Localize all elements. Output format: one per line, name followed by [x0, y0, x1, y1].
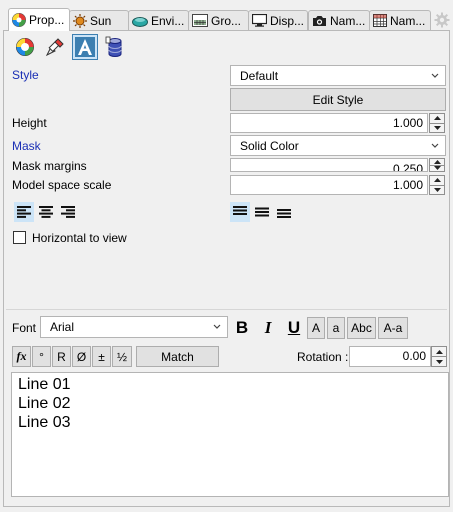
database-icon: [105, 36, 122, 57]
italic-button[interactable]: I: [258, 317, 278, 339]
tab-label: Nam...: [330, 13, 366, 28]
rotation-input[interactable]: 0.00: [349, 346, 431, 367]
spin-down-icon[interactable]: [430, 122, 444, 133]
align-right-button[interactable]: [58, 202, 78, 222]
camera-icon: [313, 15, 326, 26]
tab-label: Envi...: [151, 13, 185, 28]
mask-margins-label: Mask margins: [12, 159, 87, 173]
font-value: Arial: [50, 320, 75, 334]
model-space-scale-spinner[interactable]: [429, 175, 445, 195]
font-dropdown[interactable]: Arial: [40, 316, 228, 338]
spin-up-icon[interactable]: [430, 176, 444, 185]
toggle-case-button[interactable]: A-a: [378, 317, 408, 339]
material-button[interactable]: [42, 34, 68, 60]
height-spinner[interactable]: [429, 113, 445, 133]
tab-label: Sun: [90, 13, 112, 28]
chevron-down-icon: [431, 143, 439, 148]
spin-down-icon[interactable]: [432, 356, 446, 366]
capitalize-button[interactable]: Abc: [347, 317, 376, 339]
gear-icon[interactable]: [434, 12, 450, 28]
underline-button[interactable]: U: [284, 317, 304, 339]
insert-field-button[interactable]: fx: [12, 346, 31, 367]
grid-icon: [373, 14, 387, 27]
align-top-icon: [233, 206, 247, 215]
model-space-scale-label: Model space scale: [12, 178, 112, 192]
spin-up-icon[interactable]: [432, 347, 446, 356]
edit-style-button[interactable]: Edit Style: [230, 88, 446, 111]
attributes-button[interactable]: [102, 34, 128, 60]
tab-label: Nam...: [390, 13, 426, 28]
fraction-button[interactable]: ½: [112, 346, 132, 367]
align-right-icon: [61, 206, 75, 218]
align-middle-icon: [255, 207, 269, 217]
tab-label: Prop...: [29, 13, 65, 27]
text-size-small-button[interactable]: a: [327, 317, 345, 339]
color-wheel-icon: [12, 13, 26, 27]
model-space-scale-input[interactable]: 1.000: [230, 175, 428, 195]
tab-properties[interactable]: Prop...: [8, 8, 70, 31]
display-monitor-icon: [252, 14, 267, 27]
panel-tab-strip: Prop... Sun Envi... Gro... Disp... Nam..…: [0, 0, 453, 31]
mask-margins-spinner[interactable]: [429, 158, 445, 172]
tab-named-positions[interactable]: Nam...: [369, 10, 431, 30]
text-line: Line 01: [18, 376, 71, 393]
tab-label: Disp...: [270, 13, 305, 28]
align-bottom-button[interactable]: [274, 202, 294, 222]
height-input[interactable]: 1.000: [230, 113, 428, 133]
environment-icon: [132, 16, 148, 27]
style-label: Style: [12, 68, 39, 82]
mask-label: Mask: [12, 139, 41, 153]
style-dropdown[interactable]: Default: [230, 65, 446, 86]
spin-up-icon[interactable]: [430, 114, 444, 123]
style-value: Default: [240, 68, 279, 83]
ground-plane-icon: [192, 14, 208, 27]
font-label: Font: [12, 321, 37, 335]
object-color-icon: [16, 38, 34, 56]
height-label: Height: [12, 116, 47, 130]
rotation-label: Rotation :: [297, 350, 349, 364]
align-center-button[interactable]: [36, 202, 56, 222]
mask-value: Solid Color: [240, 138, 299, 153]
chevron-down-icon: [213, 324, 221, 329]
text-line: Line 03: [18, 414, 71, 431]
rotation-spinner[interactable]: [431, 346, 447, 367]
text-line: Line 02: [18, 395, 71, 412]
section-divider: [6, 309, 447, 310]
tab-ground-plane[interactable]: Gro...: [188, 10, 249, 30]
bold-button[interactable]: B: [232, 317, 252, 339]
align-top-button[interactable]: [230, 202, 250, 222]
text-properties-button[interactable]: [72, 34, 98, 60]
mask-dropdown[interactable]: Solid Color: [230, 135, 446, 156]
text-size-large-button[interactable]: A: [307, 317, 325, 339]
sun-icon: [73, 13, 87, 28]
object-properties-button[interactable]: [12, 34, 38, 60]
align-left-button[interactable]: [14, 202, 34, 222]
mask-margins-input[interactable]: 0.250: [230, 158, 428, 172]
text-annotation-icon: [75, 37, 95, 57]
tab-sun[interactable]: Sun: [69, 10, 129, 30]
horizontal-to-view-label: Horizontal to view: [32, 231, 127, 245]
spin-down-icon[interactable]: [430, 164, 444, 172]
degree-symbol-button[interactable]: °: [32, 346, 51, 367]
align-center-icon: [39, 206, 53, 218]
chevron-down-icon: [431, 73, 439, 78]
spin-down-icon[interactable]: [430, 184, 444, 195]
radius-symbol-button[interactable]: R: [52, 346, 71, 367]
tab-environment[interactable]: Envi...: [128, 10, 189, 30]
diameter-symbol-button[interactable]: Ø: [72, 346, 91, 367]
tab-display[interactable]: Disp...: [248, 10, 308, 30]
match-button[interactable]: Match: [136, 346, 219, 367]
align-middle-button[interactable]: [252, 202, 272, 222]
material-brush-icon: [45, 38, 64, 57]
tab-named-views[interactable]: Nam...: [308, 10, 370, 30]
align-left-icon: [17, 206, 31, 218]
plus-minus-symbol-button[interactable]: ±: [92, 346, 111, 367]
horizontal-to-view-checkbox[interactable]: [13, 231, 26, 244]
align-bottom-icon: [277, 209, 291, 218]
tab-label: Gro...: [211, 13, 242, 28]
text-content-editor[interactable]: Line 01 Line 02 Line 03: [11, 372, 449, 497]
